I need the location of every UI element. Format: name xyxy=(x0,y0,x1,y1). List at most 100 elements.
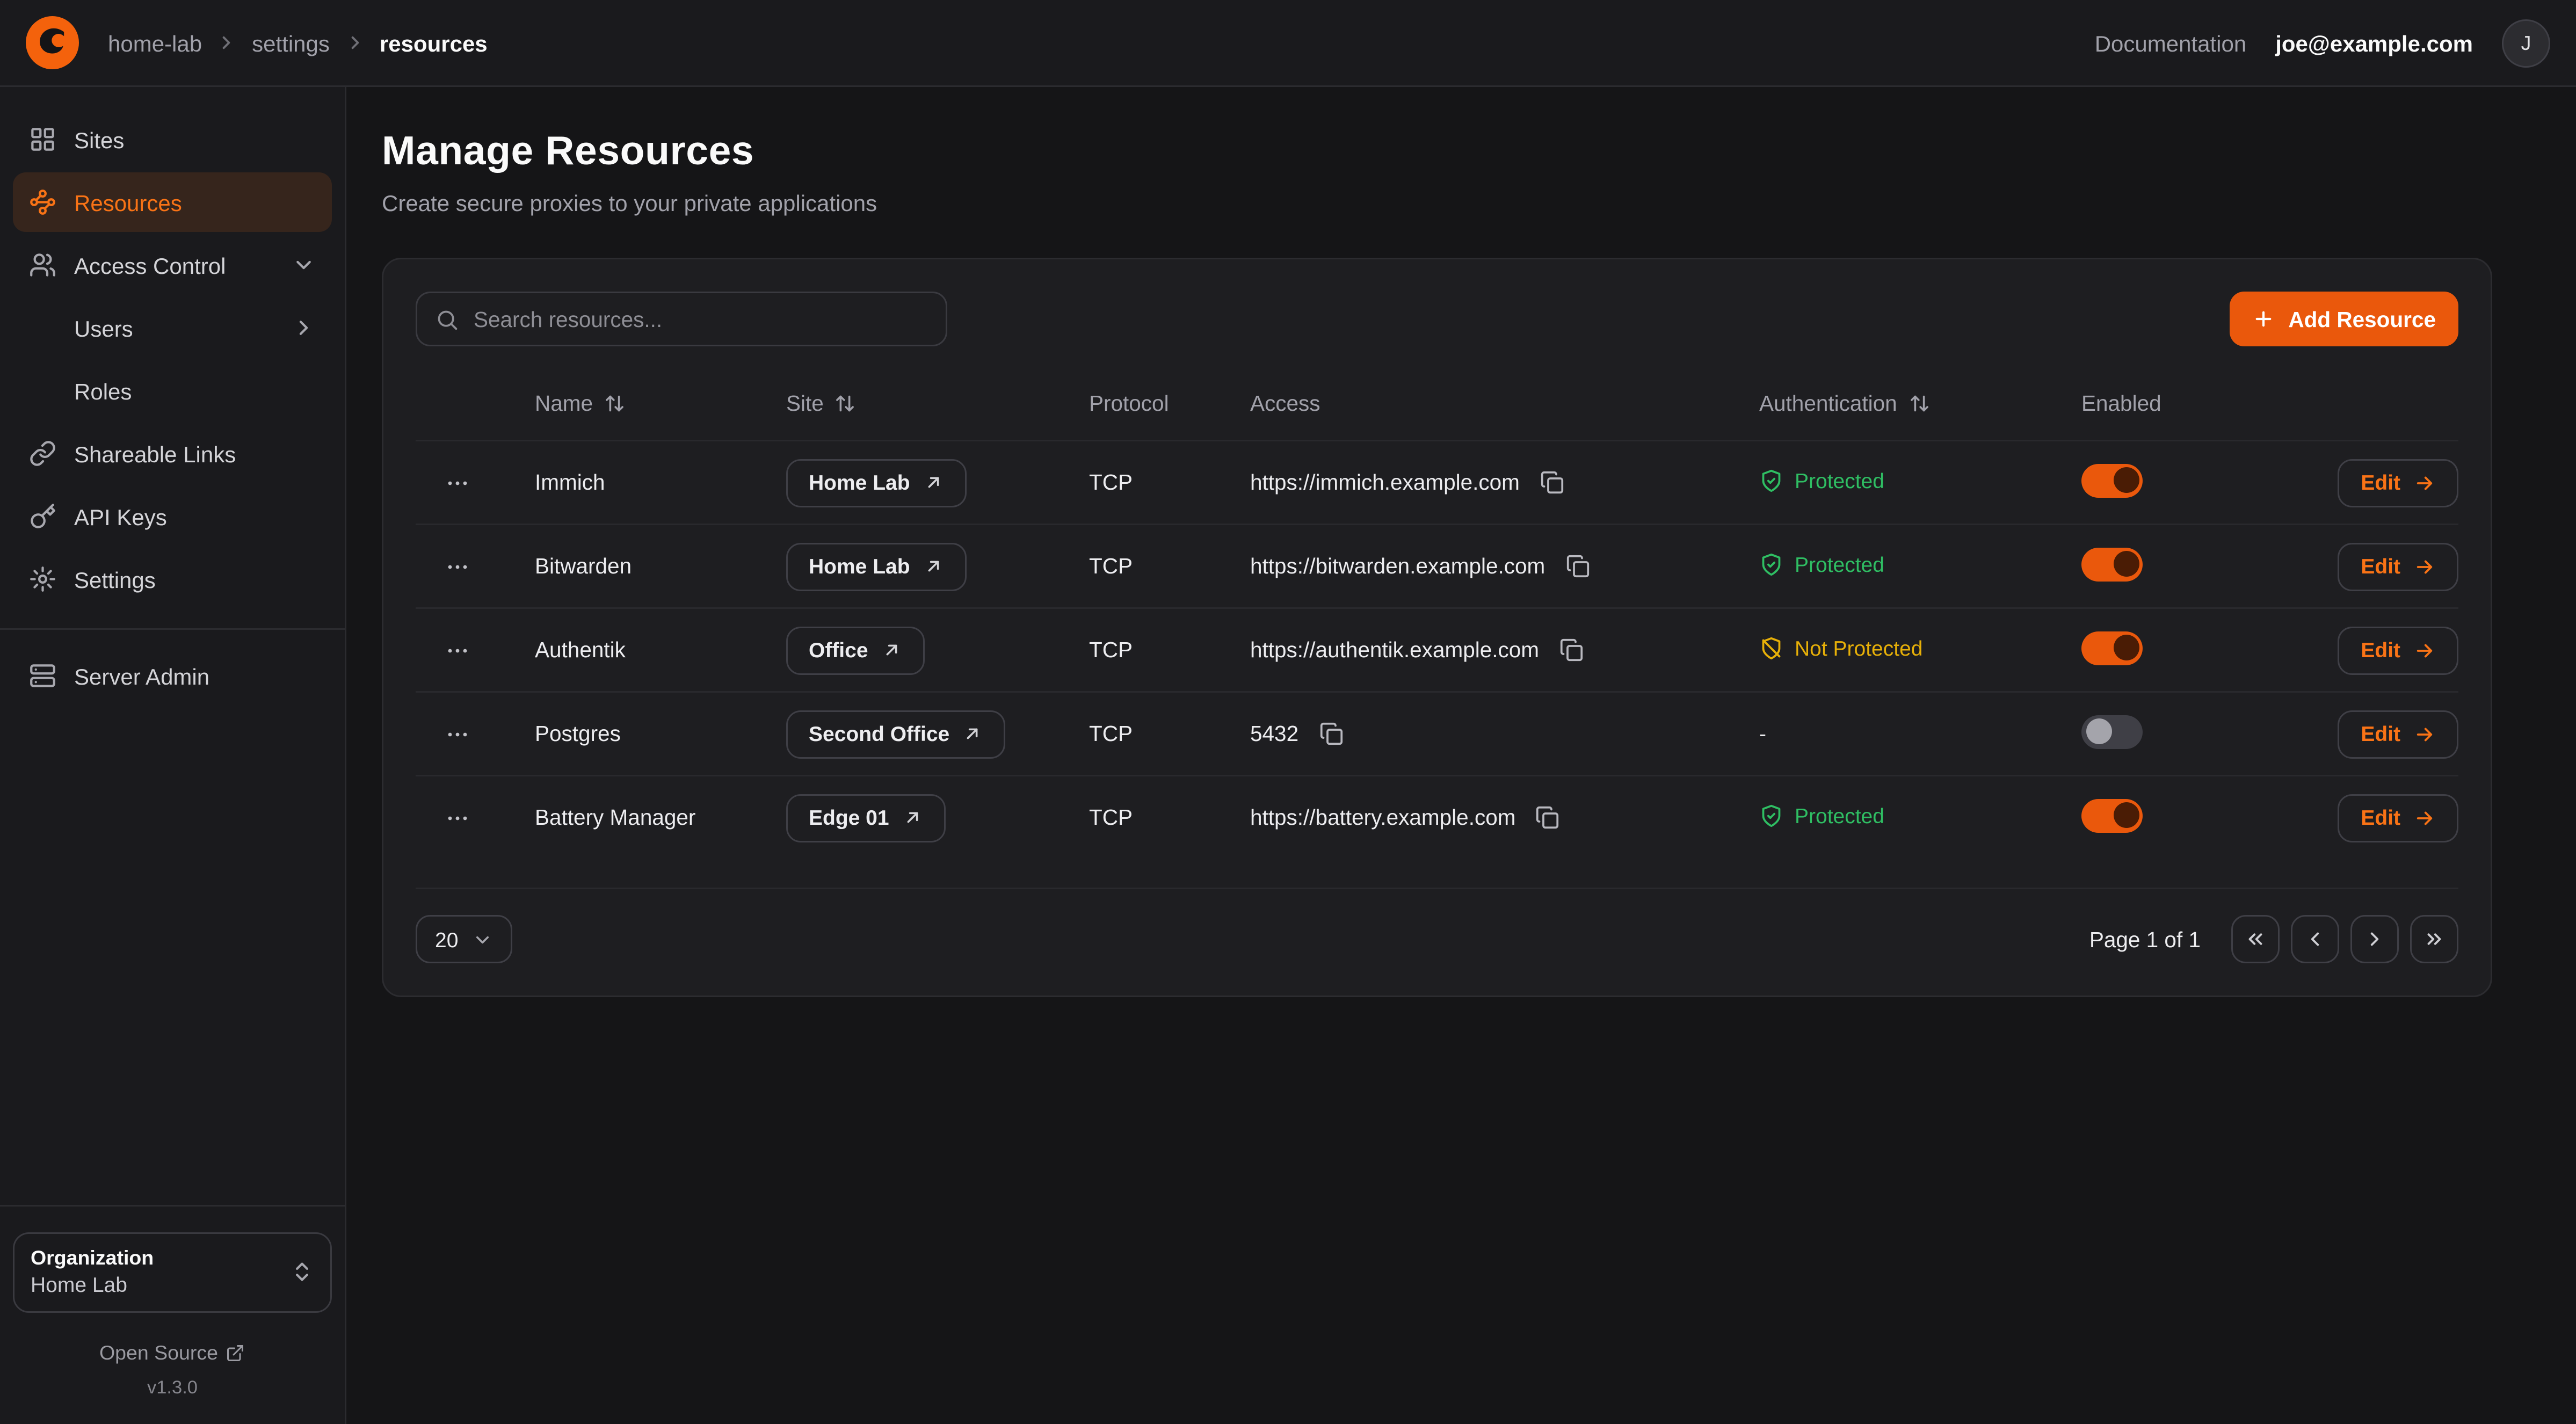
sidebar-item-label: Sites xyxy=(74,127,124,152)
key-icon xyxy=(29,503,56,530)
column-header-name[interactable]: Name xyxy=(535,391,786,415)
avatar[interactable]: J xyxy=(2502,19,2550,67)
chevron-down-icon xyxy=(292,253,316,277)
users-icon xyxy=(29,251,56,279)
copy-icon xyxy=(1536,805,1560,830)
access-value: https://bitwarden.example.com xyxy=(1250,554,1545,578)
page-size-value: 20 xyxy=(435,927,458,951)
resource-name: Postgres xyxy=(535,722,786,746)
open-source-link[interactable]: Open Source xyxy=(13,1342,332,1364)
sidebar-item-shareable-links[interactable]: Shareable Links xyxy=(13,424,332,483)
documentation-link[interactable]: Documentation xyxy=(2095,30,2247,56)
search-input[interactable] xyxy=(474,307,928,331)
external-link-icon xyxy=(881,640,902,660)
sidebar-item-resources[interactable]: Resources xyxy=(13,172,332,232)
row-menu-button[interactable] xyxy=(438,798,477,837)
protocol: TCP xyxy=(1089,638,1250,662)
edit-button[interactable]: Edit xyxy=(2338,794,2458,842)
chevron-right-icon xyxy=(344,32,365,53)
sidebar-item-users[interactable]: Users xyxy=(13,298,332,358)
copy-icon xyxy=(1559,638,1584,662)
copy-button[interactable] xyxy=(1555,634,1587,666)
toggle-knob xyxy=(2113,635,2139,660)
column-header-protocol: Protocol xyxy=(1089,391,1250,415)
auth-label: - xyxy=(1759,722,1766,746)
toggle-knob xyxy=(2113,551,2139,577)
breadcrumb-org[interactable]: home-lab xyxy=(108,30,202,56)
chevrons-up-down-icon xyxy=(290,1260,314,1284)
edit-button[interactable]: Edit xyxy=(2338,459,2458,507)
row-menu-button[interactable] xyxy=(438,463,477,502)
sidebar-item-settings[interactable]: Settings xyxy=(13,549,332,609)
app-logo-icon[interactable] xyxy=(26,16,79,69)
waypoints-icon xyxy=(29,188,56,216)
chevron-right-icon xyxy=(292,316,316,340)
edit-label: Edit xyxy=(2361,638,2400,662)
sidebar-item-api-keys[interactable]: API Keys xyxy=(13,486,332,546)
sidebar-item-label: Access Control xyxy=(74,252,226,278)
enabled-toggle[interactable] xyxy=(2081,798,2143,832)
ellipsis-icon xyxy=(445,721,470,747)
sidebar-item-server-admin[interactable]: Server Admin xyxy=(13,646,332,706)
breadcrumb-settings[interactable]: settings xyxy=(252,30,330,56)
row-menu-button[interactable] xyxy=(438,715,477,753)
edit-button[interactable]: Edit xyxy=(2338,542,2458,591)
sidebar-item-roles[interactable]: Roles xyxy=(13,361,332,420)
chevron-down-icon xyxy=(473,929,494,950)
pagination-next-button[interactable] xyxy=(2350,915,2399,963)
auth-status: - xyxy=(1759,722,1766,746)
sidebar-item-access-control[interactable]: Access Control xyxy=(13,235,332,295)
site-name: Second Office xyxy=(809,722,949,746)
external-link-icon xyxy=(962,723,983,744)
gear-icon xyxy=(29,565,56,593)
external-link-icon xyxy=(226,1343,245,1363)
site-link[interactable]: Home Lab xyxy=(786,542,967,591)
pagination-prev-button[interactable] xyxy=(2291,915,2339,963)
protocol: TCP xyxy=(1089,805,1250,830)
column-header-site[interactable]: Site xyxy=(786,391,1089,415)
copy-button[interactable] xyxy=(1536,467,1568,499)
column-header-access: Access xyxy=(1250,391,1759,415)
table-row: Bitwarden Home Lab TCP https://bitwarden… xyxy=(416,524,2458,607)
breadcrumb-current: resources xyxy=(380,30,488,56)
sidebar-item-label: Shareable Links xyxy=(74,441,236,467)
protocol: TCP xyxy=(1089,470,1250,495)
pagination-first-button[interactable] xyxy=(2231,915,2280,963)
arrow-right-icon xyxy=(2413,555,2436,578)
topbar-right: Documentation joe@example.com J xyxy=(2095,19,2550,67)
resource-name: Authentik xyxy=(535,638,786,662)
pagination-last-button[interactable] xyxy=(2410,915,2458,963)
table-row: Battery Manager Edge 01 TCP https://batt… xyxy=(416,775,2458,859)
page-size-select[interactable]: 20 xyxy=(416,915,513,963)
edit-button[interactable]: Edit xyxy=(2338,626,2458,674)
sort-icon xyxy=(835,393,856,413)
enabled-toggle[interactable] xyxy=(2081,547,2143,581)
column-header-authentication[interactable]: Authentication xyxy=(1759,391,2081,415)
site-link[interactable]: Office xyxy=(786,626,925,674)
row-menu-button[interactable] xyxy=(438,547,477,586)
auth-status: Protected xyxy=(1759,803,1884,827)
copy-button[interactable] xyxy=(1561,550,1593,583)
add-resource-button[interactable]: Add Resource xyxy=(2230,292,2458,346)
row-menu-button[interactable] xyxy=(438,631,477,670)
user-email[interactable]: joe@example.com xyxy=(2275,30,2473,56)
access-value: https://battery.example.com xyxy=(1250,805,1515,830)
site-link[interactable]: Edge 01 xyxy=(786,794,946,842)
enabled-toggle[interactable] xyxy=(2081,463,2143,497)
shield-off-icon xyxy=(1759,636,1783,660)
organization-selector[interactable]: Organization Home Lab xyxy=(13,1232,332,1313)
enabled-toggle[interactable] xyxy=(2081,715,2143,749)
copy-button[interactable] xyxy=(1315,718,1347,750)
protocol: TCP xyxy=(1089,554,1250,578)
sort-icon xyxy=(604,393,625,413)
table-row: Immich Home Lab TCP https://immich.examp… xyxy=(416,440,2458,524)
enabled-toggle[interactable] xyxy=(2081,631,2143,665)
open-source-label: Open Source xyxy=(99,1342,218,1364)
shell: Sites Resources Access Control Users Rol… xyxy=(0,87,2576,1424)
copy-button[interactable] xyxy=(1532,802,1564,834)
site-link[interactable]: Second Office xyxy=(786,710,1006,758)
search-box xyxy=(416,292,947,346)
site-link[interactable]: Home Lab xyxy=(786,459,967,507)
edit-button[interactable]: Edit xyxy=(2338,710,2458,758)
sidebar-item-sites[interactable]: Sites xyxy=(13,110,332,169)
